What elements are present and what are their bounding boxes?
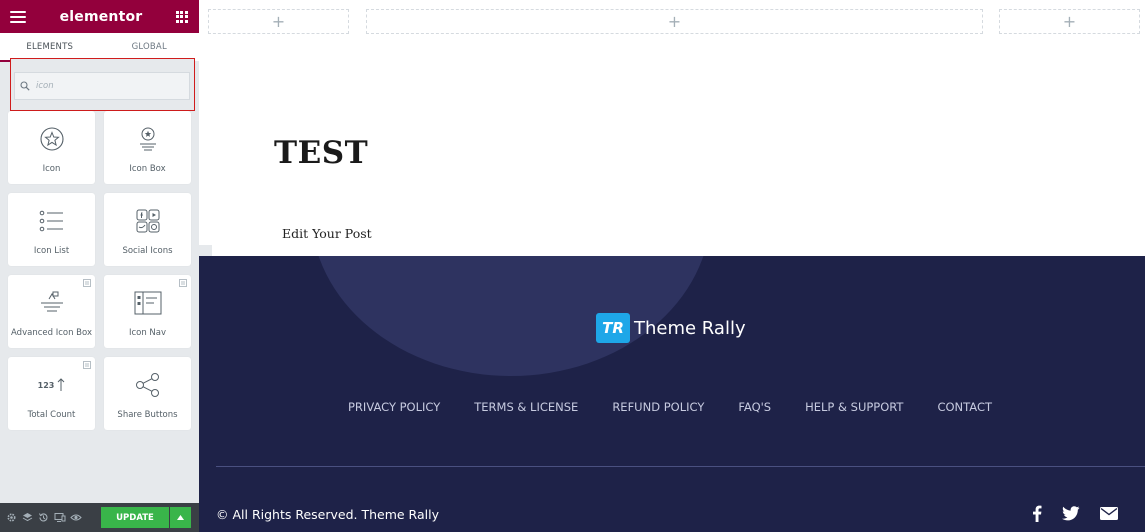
widget-label: Social Icons	[122, 246, 173, 256]
pro-badge-icon	[83, 279, 91, 287]
total-count-icon: 123	[38, 370, 66, 400]
widget-label: Share Buttons	[117, 410, 178, 420]
footer-link-privacy-policy[interactable]: PRIVACY POLICY	[348, 400, 440, 414]
social-icons-icon	[136, 209, 159, 233]
facebook-icon[interactable]	[1032, 505, 1042, 522]
history-icon[interactable]	[37, 511, 50, 524]
widget-grid: Icon Icon Box Icon List Social Icons Adv…	[8, 111, 192, 430]
search-input[interactable]	[36, 81, 186, 91]
twitter-icon[interactable]	[1062, 506, 1080, 521]
widget-label: Icon	[42, 164, 61, 174]
preview-eye-icon[interactable]	[69, 511, 82, 524]
widget-label: Advanced Icon Box	[11, 328, 92, 338]
widget-label: Icon Box	[129, 164, 166, 174]
responsive-mode-icon[interactable]	[53, 511, 66, 524]
icon-list-icon	[39, 210, 63, 232]
panel-header: elementor	[0, 0, 199, 33]
page-title: TEST	[274, 135, 369, 171]
widget-social-icons[interactable]: Social Icons	[104, 193, 191, 266]
footer-link-terms-license[interactable]: TERMS & LICENSE	[474, 400, 578, 414]
footer-link-faqs[interactable]: FAQ'S	[738, 400, 771, 414]
hamburger-menu-icon[interactable]	[10, 10, 26, 23]
logo-mark: TR	[596, 313, 630, 343]
plus-icon: +	[667, 12, 682, 31]
site-footer: TR Theme Rally PRIVACY POLICY TERMS & LI…	[199, 256, 1145, 532]
share-icon	[135, 373, 159, 397]
elementor-logo: elementor	[59, 8, 143, 25]
footer-link-help-support[interactable]: HELP & SUPPORT	[805, 400, 903, 414]
search-box[interactable]	[14, 72, 190, 100]
tab-elements[interactable]: ELEMENTS	[0, 33, 100, 62]
elementor-panel: elementor ELEMENTS GLOBAL Icon Icon Box	[0, 0, 199, 532]
arrow-up-icon	[57, 378, 65, 391]
search-highlight	[10, 58, 195, 111]
widget-label: Total Count	[27, 410, 76, 420]
widget-icon-box[interactable]: Icon Box	[104, 111, 191, 184]
plus-icon: +	[1062, 12, 1077, 31]
email-icon[interactable]	[1100, 507, 1118, 520]
widget-advanced-icon-box[interactable]: Advanced Icon Box	[8, 275, 95, 348]
advanced-icon-box-icon	[40, 291, 63, 312]
widget-label: Icon Nav	[128, 328, 167, 338]
add-element-placeholder[interactable]: +	[208, 9, 349, 34]
plus-icon: +	[271, 12, 286, 31]
icon-box-icon	[139, 127, 156, 151]
caret-up-icon	[177, 515, 184, 520]
footer-link-refund-policy[interactable]: REFUND POLICY	[612, 400, 704, 414]
star-circle-icon	[39, 127, 64, 151]
update-options-button[interactable]	[170, 507, 191, 528]
widgets-grid-icon[interactable]	[175, 10, 188, 23]
footer-nav: PRIVACY POLICY TERMS & LICENSE REFUND PO…	[348, 400, 1026, 414]
icon-nav-icon	[134, 291, 161, 315]
panel-footer: UPDATE	[0, 503, 199, 532]
widget-total-count[interactable]: 123 Total Count	[8, 357, 95, 430]
widget-label: Icon List	[33, 246, 70, 256]
panel-tabs: ELEMENTS GLOBAL	[0, 33, 200, 62]
footer-divider	[216, 466, 1145, 467]
widget-icon-list[interactable]: Icon List	[8, 193, 95, 266]
tab-global[interactable]: GLOBAL	[100, 33, 200, 61]
theme-rally-logo[interactable]: TR Theme Rally	[596, 313, 746, 343]
widget-icon[interactable]: Icon	[8, 111, 95, 184]
total-count-icon-text: 123	[37, 380, 55, 390]
social-links	[1032, 505, 1138, 522]
pro-badge-icon	[83, 361, 91, 369]
add-element-placeholder[interactable]: +	[999, 9, 1140, 34]
logo-text: Theme Rally	[634, 317, 746, 339]
search-icon	[20, 81, 30, 91]
pro-badge-icon	[179, 279, 187, 287]
add-element-placeholder[interactable]: +	[366, 9, 983, 34]
footer-link-contact[interactable]: CONTACT	[937, 400, 992, 414]
update-button[interactable]: UPDATE	[101, 507, 169, 528]
layers-icon[interactable]	[21, 511, 34, 524]
edit-post-link[interactable]: Edit Your Post	[282, 226, 372, 241]
copyright-text: © All Rights Reserved. Theme Rally	[216, 507, 439, 522]
widget-share-buttons[interactable]: Share Buttons	[104, 357, 191, 430]
settings-gear-icon[interactable]	[5, 511, 18, 524]
widget-icon-nav[interactable]: Icon Nav	[104, 275, 191, 348]
